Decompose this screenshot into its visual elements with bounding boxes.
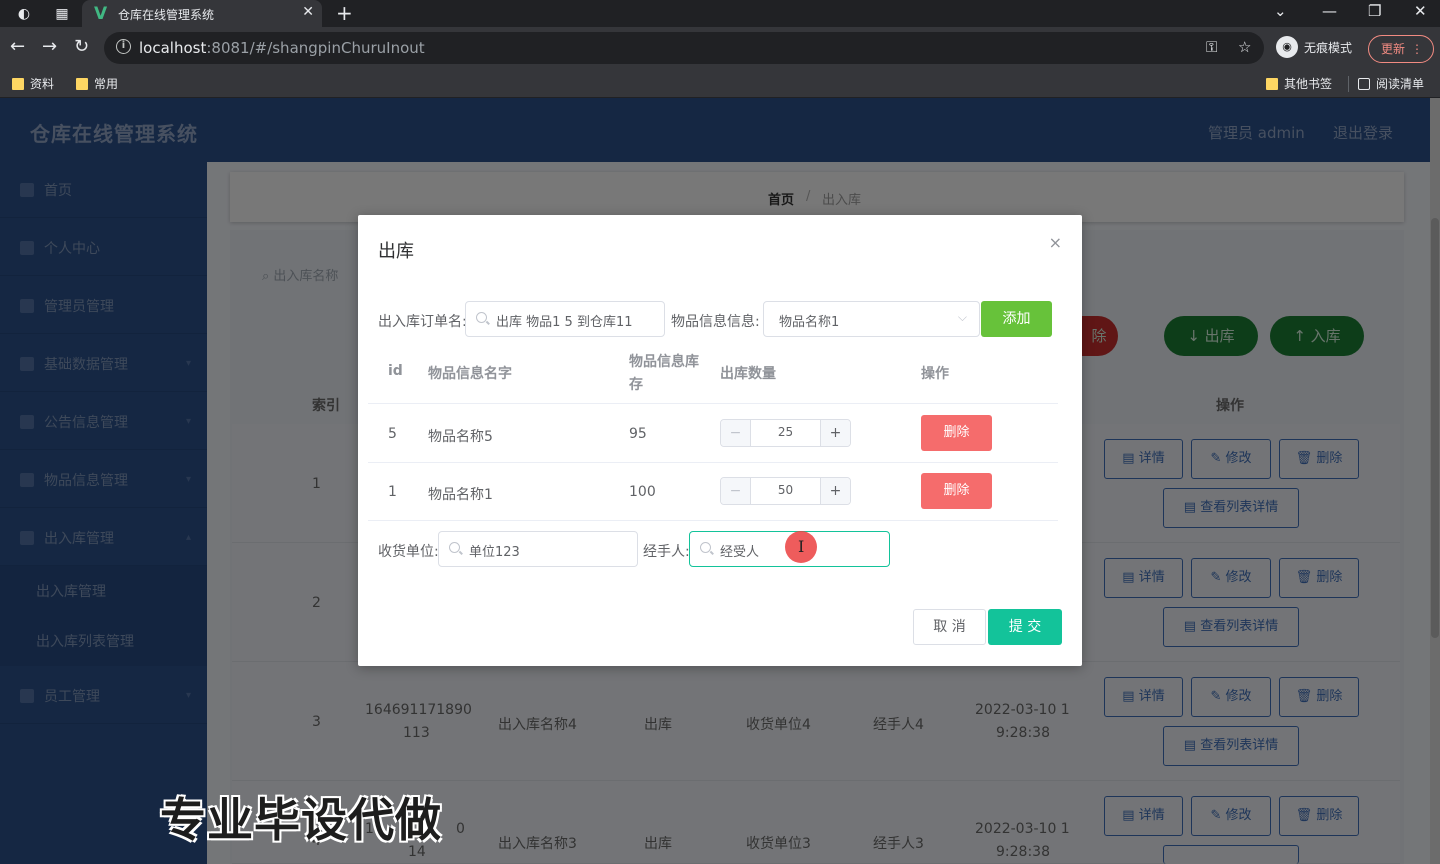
delete-row-button[interactable]: 删除 bbox=[921, 473, 992, 509]
receiver-input[interactable]: 单位123 bbox=[438, 531, 638, 567]
minimize-icon[interactable]: — bbox=[1322, 2, 1337, 20]
address-bar[interactable]: i localhost:8081/#/shangpinChuruInout ⚿ … bbox=[104, 32, 1264, 64]
reading-list-icon bbox=[1358, 77, 1370, 90]
quantity-value[interactable]: 50 bbox=[751, 483, 820, 497]
site-info-icon[interactable]: i bbox=[116, 39, 131, 54]
window-close-icon[interactable]: ✕ bbox=[1414, 2, 1427, 20]
more-menu-icon: ⋮ bbox=[1411, 42, 1423, 56]
bookmark-folder-2[interactable]: 常用 bbox=[76, 75, 118, 92]
reading-list[interactable]: 阅读清单 bbox=[1358, 75, 1424, 92]
tab-title: 仓库在线管理系统 bbox=[118, 8, 215, 22]
search-icon bbox=[449, 542, 460, 553]
update-button[interactable]: 更新 ⋮ bbox=[1368, 35, 1434, 63]
bookmarks-separator bbox=[1348, 76, 1349, 92]
delete-row-button[interactable]: 删除 bbox=[921, 415, 992, 451]
cell-name: 物品名称1 bbox=[428, 487, 493, 503]
new-tab-icon[interactable]: + bbox=[336, 1, 353, 25]
key-icon[interactable]: ⚿ bbox=[1206, 38, 1217, 56]
restore-icon[interactable]: ❐ bbox=[1368, 2, 1381, 20]
submit-button[interactable]: 提 交 bbox=[988, 609, 1062, 645]
goods-info-label: 物品信息信息: bbox=[671, 314, 760, 330]
th-id: id bbox=[388, 363, 403, 379]
bookmark-label: 其他书签 bbox=[1284, 77, 1333, 91]
browser-tab-active[interactable]: V 仓库在线管理系统 ✕ bbox=[82, 0, 322, 27]
cell-id: 1 bbox=[388, 484, 397, 500]
cell-stock: 100 bbox=[629, 484, 656, 500]
cancel-button[interactable]: 取 消 bbox=[913, 609, 986, 645]
decrement-button[interactable]: − bbox=[721, 420, 751, 446]
forward-icon[interactable]: → bbox=[42, 36, 57, 57]
goods-select-value: 物品名称1 bbox=[779, 315, 840, 330]
receiver-value: 单位123 bbox=[469, 545, 520, 560]
cell-name: 物品名称5 bbox=[428, 429, 493, 445]
text-cursor-icon: I bbox=[798, 537, 805, 556]
th-qty: 出库数量 bbox=[720, 366, 776, 382]
th-stock: 物品信息库 bbox=[629, 354, 699, 370]
folder-icon bbox=[12, 77, 24, 90]
cell-id: 5 bbox=[388, 426, 397, 442]
bookmark-folder-1[interactable]: 资料 bbox=[12, 75, 54, 92]
goods-select[interactable]: 物品名称1 ⌵ bbox=[763, 301, 980, 337]
handler-label: 经手人: bbox=[643, 544, 690, 560]
cell-stock: 95 bbox=[629, 426, 647, 442]
table-divider bbox=[368, 520, 1058, 521]
folder-icon bbox=[76, 77, 88, 90]
search-icon bbox=[476, 312, 487, 323]
order-name-input[interactable]: 出库 物品1 5 到仓库11 bbox=[465, 301, 665, 337]
browser-toolbar: ← → ↻ i localhost:8081/#/shangpinChuruIn… bbox=[0, 27, 1440, 70]
table-divider bbox=[368, 403, 1058, 404]
vue-favicon-icon: V bbox=[94, 4, 108, 24]
tab-close-icon[interactable]: ✕ bbox=[302, 4, 314, 20]
bookmark-star-icon[interactable]: ☆ bbox=[1238, 38, 1251, 56]
order-name-label: 出入库订单名: bbox=[378, 314, 467, 330]
update-label: 更新 bbox=[1381, 42, 1406, 56]
incognito-icon: ◉ bbox=[1276, 36, 1298, 58]
quantity-stepper[interactable]: − 25 + bbox=[720, 419, 851, 447]
increment-button[interactable]: + bbox=[820, 420, 850, 446]
incognito-label: 无痕模式 bbox=[1304, 40, 1353, 55]
incognito-indicator[interactable]: ◉ 无痕模式 bbox=[1276, 36, 1352, 58]
th-name: 物品信息名字 bbox=[428, 366, 512, 382]
th-ops: 操作 bbox=[921, 366, 949, 382]
th-stock-cont: 存 bbox=[629, 377, 643, 393]
dialog-title: 出库 bbox=[378, 241, 414, 262]
close-icon[interactable]: × bbox=[1049, 233, 1062, 252]
bookmarks-bar: 资料 常用 其他书签 阅读清单 bbox=[0, 70, 1440, 98]
bookmark-label: 常用 bbox=[94, 77, 119, 91]
search-icon bbox=[700, 542, 711, 553]
reload-icon[interactable]: ↻ bbox=[74, 36, 89, 57]
url-text: localhost:8081/#/shangpinChuruInout bbox=[139, 39, 425, 57]
quantity-value[interactable]: 25 bbox=[751, 425, 820, 439]
tab-search-icon[interactable]: ▦ bbox=[52, 4, 72, 24]
bookmark-label: 阅读清单 bbox=[1376, 77, 1425, 91]
quantity-stepper[interactable]: − 50 + bbox=[720, 477, 851, 505]
browser-menu-icon[interactable]: ◐ bbox=[14, 4, 34, 24]
browser-tabstrip: ◐ ▦ V 仓库在线管理系统 ✕ + ⌄ — ❐ ✕ bbox=[0, 0, 1440, 27]
increment-button[interactable]: + bbox=[820, 478, 850, 504]
other-bookmarks[interactable]: 其他书签 bbox=[1266, 75, 1332, 92]
receiver-label: 收货单位: bbox=[378, 544, 439, 560]
handler-value: 经受人 bbox=[720, 545, 760, 560]
decrement-button[interactable]: − bbox=[721, 478, 751, 504]
folder-icon bbox=[1266, 77, 1278, 90]
watermark-text: 专业毕设代做 bbox=[160, 793, 442, 847]
table-divider bbox=[368, 462, 1058, 463]
tab-list-chevron-icon[interactable]: ⌄ bbox=[1274, 2, 1287, 20]
add-button[interactable]: 添加 bbox=[981, 301, 1052, 337]
order-name-value: 出库 物品1 5 到仓库11 bbox=[496, 315, 633, 330]
bookmark-label: 资料 bbox=[30, 77, 55, 91]
back-icon[interactable]: ← bbox=[10, 36, 25, 57]
chevron-down-icon: ⌵ bbox=[957, 310, 967, 324]
out-stock-dialog: 出库 × 出入库订单名: 出库 物品1 5 到仓库11 物品信息信息: 物品名称… bbox=[358, 215, 1082, 666]
